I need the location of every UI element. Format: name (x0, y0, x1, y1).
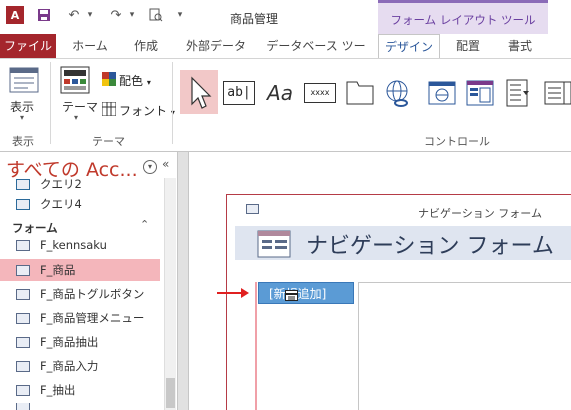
nav-item-label: F_抽出 (40, 383, 76, 397)
form-header-title[interactable]: ナビゲーション フォーム (306, 228, 554, 260)
navigation-control-icon (466, 80, 494, 106)
list-box-control-button[interactable] (540, 75, 571, 111)
tab-design[interactable]: デザイン (378, 34, 440, 58)
theme-button-label[interactable]: テーマ (62, 98, 98, 115)
nav-item-query[interactable]: クエリ4 (0, 193, 160, 215)
redo-icon[interactable]: ↷ (108, 7, 124, 23)
button-control-button[interactable]: xxxx (302, 75, 338, 111)
form-window-title: ナビゲーション フォーム (418, 207, 542, 220)
nav-item-query[interactable]: クエリ2 (0, 173, 160, 195)
view-group-label: 表示 (12, 135, 34, 148)
pointer-arrow-icon (191, 76, 212, 109)
print-preview-icon[interactable] (148, 7, 164, 23)
query-icon (16, 198, 30, 210)
scrollbar-thumb[interactable] (166, 378, 175, 408)
theme-icon[interactable] (60, 66, 90, 94)
tab-file[interactable]: ファイル (0, 34, 56, 58)
nav-pane-scrollbar[interactable] (164, 178, 176, 410)
nav-item-label: F_商品抽出 (40, 335, 99, 349)
nav-item-label: F_kennsaku (40, 238, 107, 252)
collapse-group-icon[interactable]: ⌃ (140, 218, 149, 231)
query-icon (16, 178, 30, 190)
undo-icon[interactable]: ↶ (66, 7, 82, 23)
nav-item-label: クエリ2 (40, 177, 82, 191)
view-dropdown-icon[interactable]: ▾ (20, 113, 24, 122)
web-browser-icon (428, 81, 456, 105)
app-title: 商品管理 (230, 12, 279, 26)
group-separator (172, 62, 173, 144)
form-window-icon (246, 204, 259, 214)
nav-item-label: クエリ4 (40, 197, 82, 211)
nav-pane-menu-chevron-icon[interactable]: ▾ (143, 160, 157, 174)
tab-arrange[interactable]: 配置 (446, 34, 490, 58)
tab-database-tools[interactable]: データベース ツール (262, 34, 370, 77)
nav-item-label: F_商品入力 (40, 359, 99, 373)
nav-item-form[interactable]: F_商品入力 (0, 355, 160, 377)
form-icon (16, 384, 30, 396)
hyperlink-control-button[interactable] (380, 75, 416, 111)
form-icon (16, 360, 30, 372)
form-icon (16, 288, 30, 300)
option-group-control-button[interactable] (500, 75, 536, 111)
redo-dropdown-icon[interactable]: ▾ (124, 7, 140, 23)
web-browser-control-button[interactable] (424, 75, 460, 111)
contextual-tab-header: フォーム レイアウト ツール (378, 0, 548, 34)
tab-control-icon (346, 81, 374, 105)
fonts-button-label[interactable]: フォント ▾ (119, 102, 175, 119)
navigation-subform-area[interactable] (358, 282, 571, 410)
select-pointer-button[interactable] (180, 70, 218, 114)
form-icon (16, 336, 30, 348)
red-arrow-annotation-icon (217, 288, 249, 298)
navigation-control-button[interactable] (462, 75, 498, 111)
nav-item-label: F_商品トグルボタン (40, 287, 145, 301)
colors-button-label[interactable]: 配色 ▾ (119, 72, 151, 89)
shutter-bar-close-icon[interactable]: « (162, 157, 169, 171)
colors-icon[interactable] (102, 72, 116, 86)
drag-cursor-icon (285, 290, 298, 301)
view-icon[interactable] (8, 66, 40, 94)
nav-item-form[interactable]: F_kennsaku (0, 234, 160, 256)
label-icon: Aa (267, 81, 293, 105)
form-icon (16, 264, 30, 276)
access-app-icon[interactable]: A (6, 6, 24, 24)
fonts-icon[interactable] (101, 101, 117, 117)
hyperlink-globe-icon (386, 80, 408, 107)
theme-group-label: テーマ (92, 135, 125, 148)
add-new-tab-button[interactable]: [新規追加] (258, 282, 354, 304)
tab-external-data[interactable]: 外部データ (176, 34, 256, 58)
label-control-button[interactable]: Aa (262, 75, 298, 111)
controls-group-label: コントロール (424, 135, 490, 148)
nav-item-label: F_商品 (40, 263, 76, 277)
nav-item-label: F_商品管理メニュー (40, 311, 145, 325)
form-icon (16, 312, 30, 324)
form-header-logo-icon[interactable] (257, 230, 291, 258)
customize-qat-icon[interactable]: ▾ (172, 7, 188, 23)
undo-dropdown-icon[interactable]: ▾ (82, 7, 98, 23)
list-box-icon (544, 81, 571, 105)
tab-control-button[interactable] (342, 75, 378, 111)
nav-item-form-selected[interactable]: F_商品 (0, 259, 160, 281)
group-separator (50, 62, 51, 144)
theme-dropdown-icon[interactable]: ▾ (74, 113, 78, 122)
form-icon (16, 403, 30, 410)
nav-item-form[interactable]: F_商品抽出 (0, 331, 160, 353)
contextual-tab-label: フォーム レイアウト ツール (390, 13, 536, 27)
tab-format[interactable]: 書式 (498, 34, 542, 58)
nav-item-form-partial[interactable] (0, 403, 160, 410)
nav-item-form[interactable]: F_抽出 (0, 379, 160, 401)
tab-home[interactable]: ホーム (64, 34, 116, 58)
nav-item-form[interactable]: F_商品管理メニュー (0, 307, 160, 329)
colors-dropdown-icon: ▾ (146, 78, 151, 87)
navigation-control-border (255, 282, 257, 410)
colors-label-text: 配色 (119, 74, 144, 88)
save-icon[interactable] (36, 7, 52, 23)
option-group-icon (506, 79, 529, 107)
fonts-label-text: フォント (119, 104, 168, 118)
button-icon: xxxx (304, 83, 336, 103)
textbox-icon: ab| (223, 81, 255, 105)
textbox-control-button[interactable]: ab| (221, 75, 257, 111)
tab-create[interactable]: 作成 (124, 34, 168, 58)
nav-item-form[interactable]: F_商品トグルボタン (0, 283, 160, 305)
form-icon (16, 239, 30, 251)
